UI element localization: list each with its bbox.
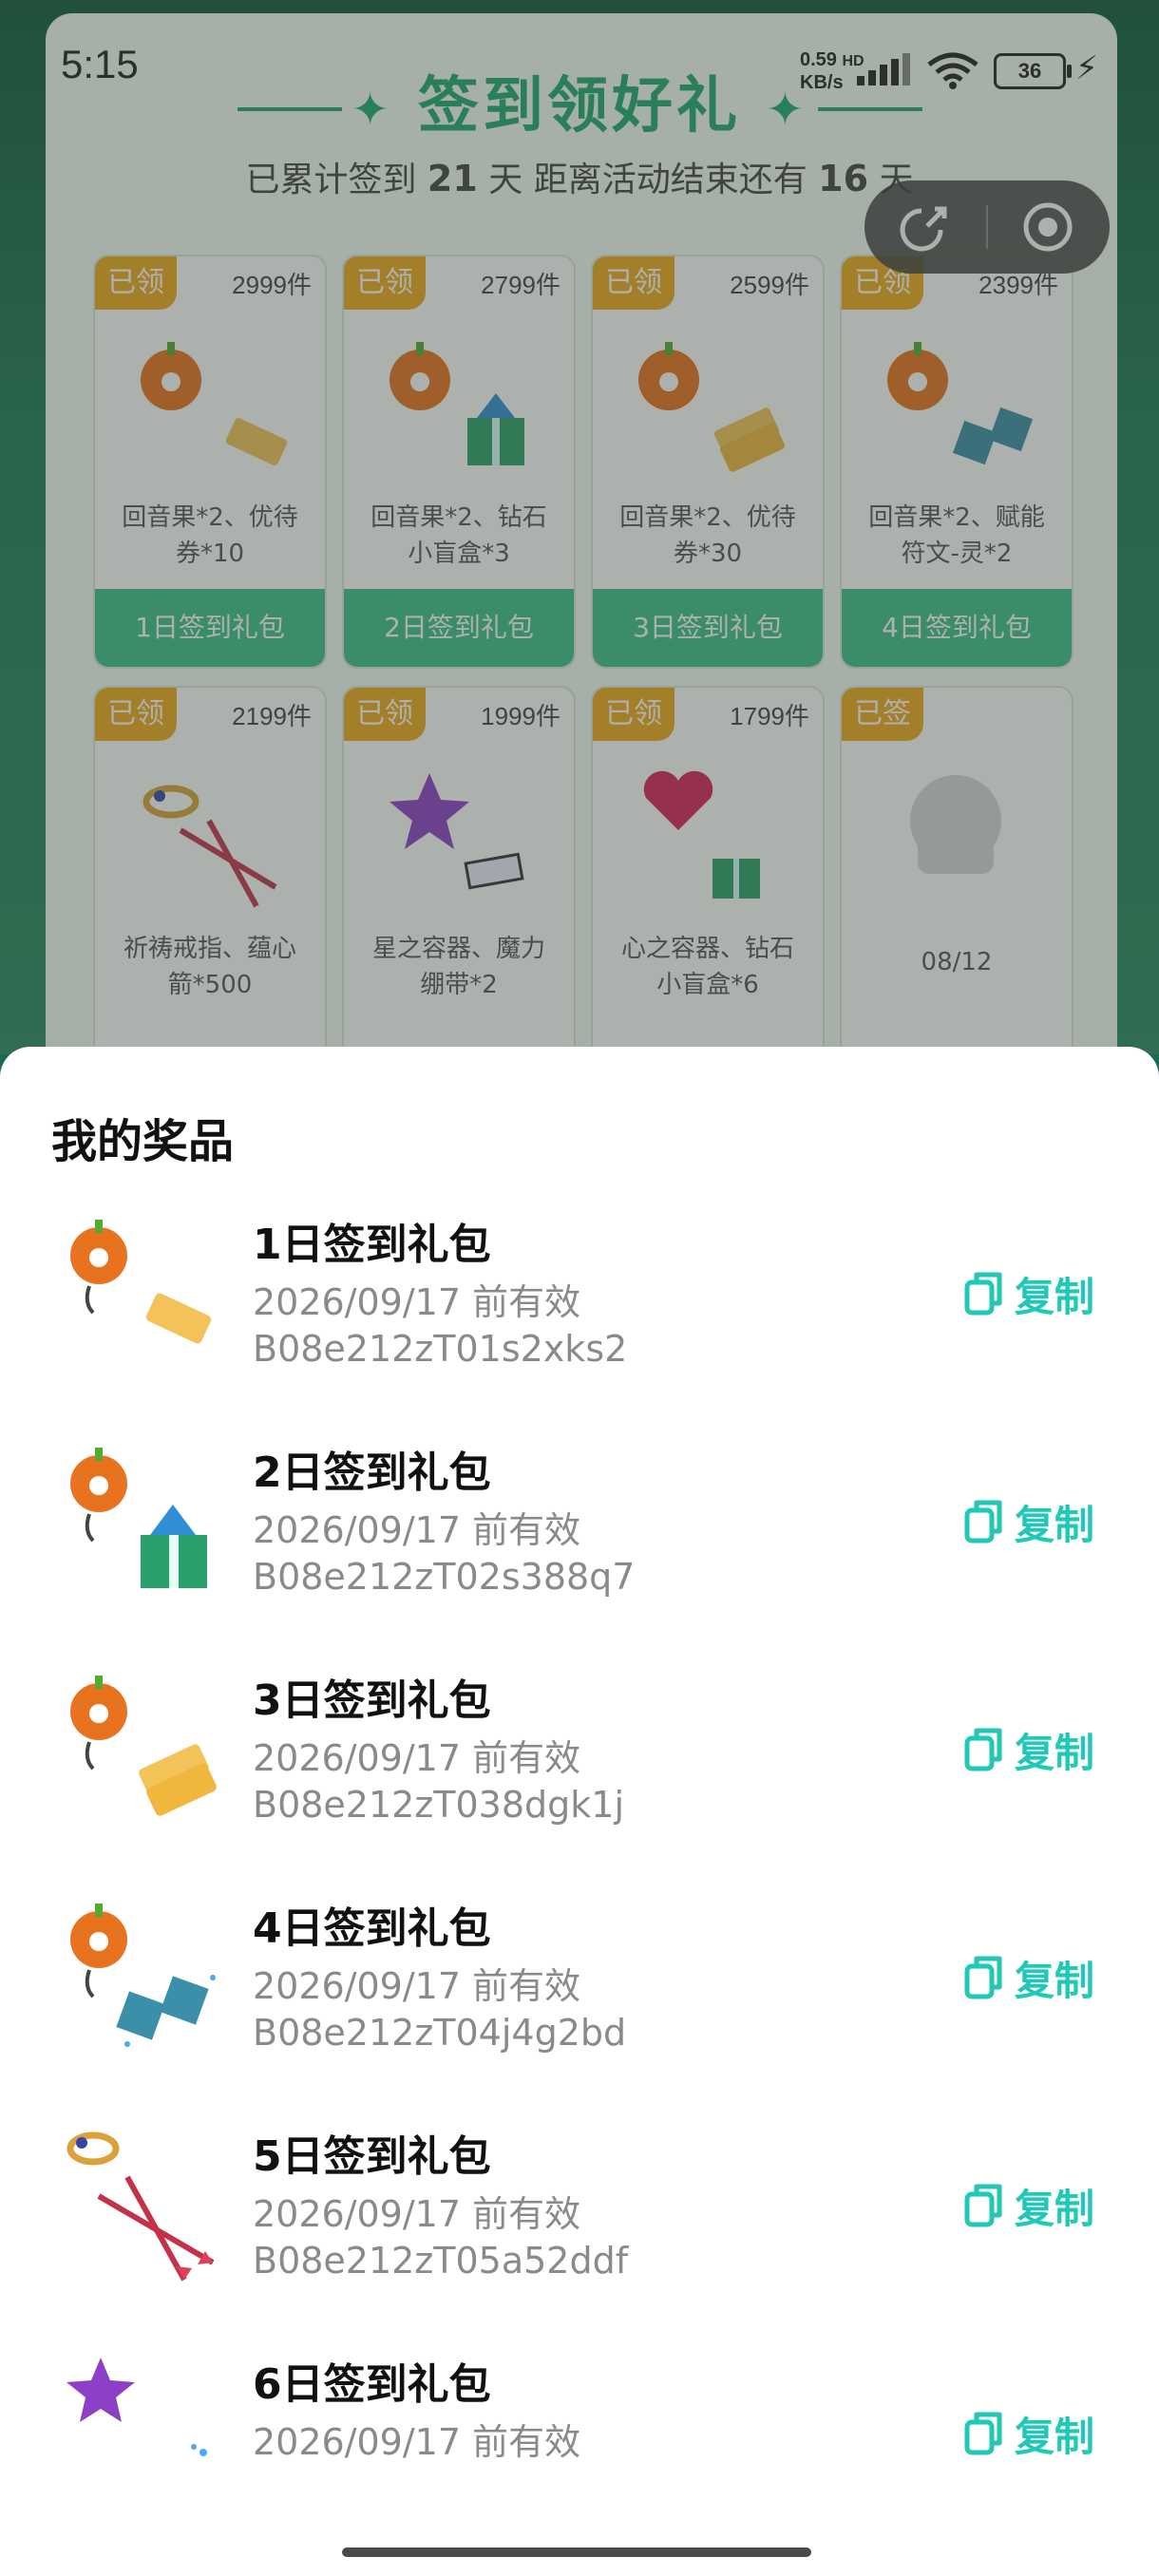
prize-validity: 2026/09/17 前有效 — [253, 2193, 581, 2235]
copy-icon — [964, 2184, 1002, 2227]
prize-name: 3日签到礼包 — [253, 1676, 491, 1725]
prize-code: B08e212zT038dgk1j — [253, 1784, 625, 1826]
prize-list[interactable]: 1日签到礼包 2026/09/17 前有效 B08e212zT01s2xks2 … — [0, 1208, 1159, 2555]
prize-name: 2日签到礼包 — [253, 1449, 491, 1497]
prize-code: B08e212zT04j4g2bd — [253, 2012, 627, 2054]
prize-validity: 2026/09/17 前有效 — [253, 1737, 581, 1779]
prize-validity: 2026/09/17 前有效 — [253, 1965, 581, 2007]
prize-name: 4日签到礼包 — [253, 1904, 491, 1953]
my-prizes-sheet: 我的奖品 1日签到礼包 2026/09/17 前有效 B08e212zT01s2… — [0, 1047, 1159, 2576]
apple-rune-icon — [70, 1904, 216, 2047]
apple-ticket-icon — [70, 1220, 212, 1344]
copy-button[interactable]: 复制 — [963, 1493, 1094, 1550]
apple-giftbox-icon — [70, 1448, 207, 1588]
copy-icon — [964, 1728, 1002, 1771]
copy-icon — [964, 1272, 1002, 1316]
prize-code: B08e212zT05a52ddf — [253, 2240, 629, 2282]
copy-button[interactable]: 复制 — [963, 1721, 1094, 1778]
sheet-title: 我的奖品 — [51, 1115, 235, 1168]
prize-code: B08e212zT02s388q7 — [253, 1556, 636, 1598]
list-bottom-fade — [0, 2491, 1159, 2576]
prize-name: 6日签到礼包 — [253, 2360, 491, 2409]
prize-code: B08e212zT01s2xks2 — [253, 1328, 628, 1370]
modal-overlay[interactable] — [0, 0, 1159, 1054]
copy-button[interactable]: 复制 — [963, 1265, 1094, 1322]
prize-name: 5日签到礼包 — [253, 2132, 491, 2181]
copy-icon — [964, 1956, 1002, 1999]
ring-arrows-icon — [66, 2131, 215, 2282]
prize-row: 2日签到礼包 2026/09/17 前有效 B08e212zT02s388q7 … — [0, 1436, 1159, 1664]
copy-icon — [964, 2412, 1002, 2455]
copy-icon — [964, 1500, 1002, 1544]
prize-validity: 2026/09/17 前有效 — [253, 1281, 581, 1323]
prize-row: 5日签到礼包 2026/09/17 前有效 B08e212zT05a52ddf … — [0, 2120, 1159, 2348]
copy-button[interactable]: 复制 — [963, 2405, 1094, 2462]
prize-validity: 2026/09/17 前有效 — [253, 2421, 581, 2463]
prize-validity: 2026/09/17 前有效 — [253, 1509, 581, 1551]
apple-tickets-icon — [70, 1676, 217, 1816]
prize-row: 4日签到礼包 2026/09/17 前有效 B08e212zT04j4g2bd … — [0, 1892, 1159, 2120]
prize-row: 1日签到礼包 2026/09/17 前有效 B08e212zT01s2xks2 … — [0, 1208, 1159, 1436]
prize-name: 1日签到礼包 — [253, 1221, 491, 1269]
copy-button[interactable]: 复制 — [963, 2177, 1094, 2234]
prize-row: 3日签到礼包 2026/09/17 前有效 B08e212zT038dgk1j … — [0, 1664, 1159, 1892]
copy-button[interactable]: 复制 — [963, 1949, 1094, 2006]
home-indicator[interactable] — [342, 2548, 811, 2557]
